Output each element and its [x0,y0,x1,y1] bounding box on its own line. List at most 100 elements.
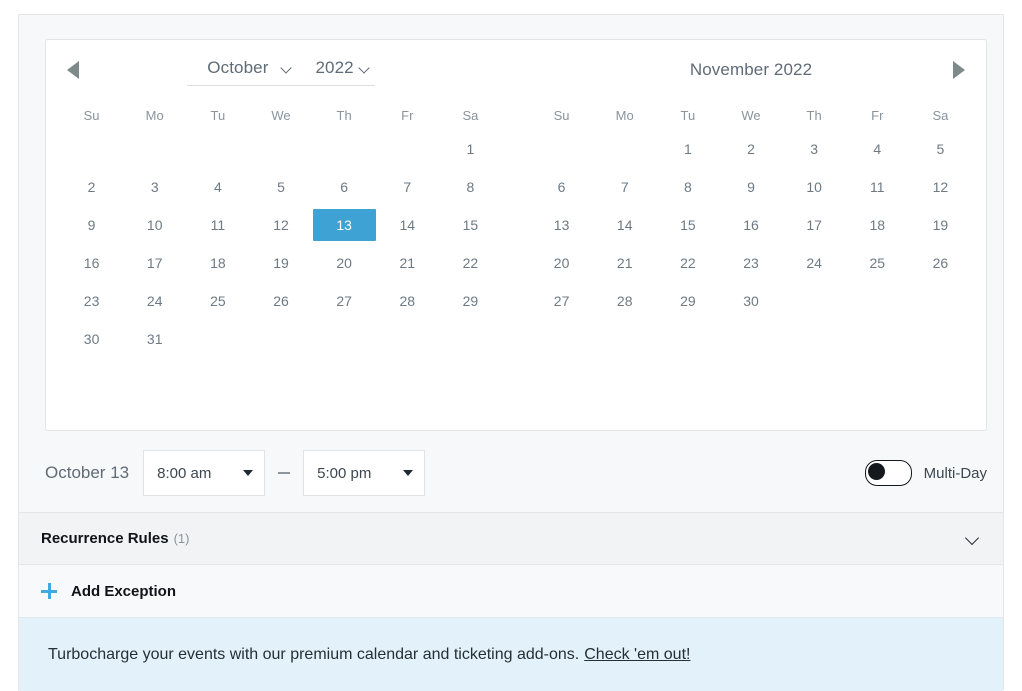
calendar-day[interactable]: 9 [719,171,782,203]
calendar-day[interactable]: 7 [376,171,439,203]
calendar-day-selected[interactable]: 13 [312,209,376,241]
calendar-day[interactable]: 21 [376,247,439,279]
calendar-day[interactable]: 31 [123,323,186,355]
calendar-day[interactable]: 10 [783,171,846,203]
right-calendar-header: November 2022 [530,40,972,100]
calendar-day[interactable]: 1 [439,133,502,165]
right-calendar-header-center: November 2022 [556,60,946,80]
calendar-day[interactable]: 2 [719,133,782,165]
calendar-day[interactable]: 26 [249,285,312,317]
start-time-select[interactable]: 8:00 am [143,450,266,496]
multiday-toggle[interactable] [864,460,912,486]
calendar-day[interactable]: 16 [60,247,123,279]
triangle-right-glyph [953,61,965,79]
calendar-day[interactable]: 12 [909,171,972,203]
right-calendar: November 2022 Su Mo Tu We Th Fr Sa 12345… [516,40,986,430]
calendar-day[interactable]: 14 [593,209,656,241]
next-month-arrow-icon[interactable] [946,57,972,83]
calendar-day[interactable]: 10 [123,209,186,241]
calendar-day[interactable]: 13 [530,209,593,241]
add-exception-label: Add Exception [71,582,177,600]
promo-link[interactable]: Check 'em out! [584,646,690,664]
calendar-day[interactable]: 15 [439,209,502,241]
left-calendar-grid: 1 2 3 4 5 6 7 8 9 10 11 12 13 14 15 16 17 18 19 20 21 22 23 24 2… [60,133,502,355]
calendar-week-row: 16 17 18 19 20 21 22 [60,247,502,279]
multiday-group: Multi-Day [864,460,987,486]
month-select[interactable]: October [187,54,306,86]
calendar-day[interactable]: 3 [123,171,186,203]
calendar-day[interactable]: 16 [719,209,782,241]
calendar-day[interactable]: 14 [376,209,439,241]
add-exception-button[interactable]: Add Exception [19,565,1003,617]
end-time-value: 5:00 pm [317,464,372,482]
promo-banner: Turbocharge your events with our premium… [19,617,1003,691]
weekday-label: Mo [615,108,634,123]
calendar-day[interactable]: 9 [60,209,123,241]
calendar-day[interactable]: 27 [313,285,376,317]
calendar-day[interactable]: 4 [186,171,249,203]
event-datetime-panel: October 2022 Su Mo Tu We Th Fr Sa 1 2 3 … [18,14,1004,691]
calendar-day[interactable]: 27 [530,285,593,317]
calendar-day-empty [186,323,249,355]
calendar-day[interactable]: 8 [439,171,502,203]
calendar-day[interactable]: 5 [249,171,312,203]
prev-month-arrow-icon[interactable] [60,57,86,83]
calendar-day[interactable]: 19 [249,247,312,279]
calendar-day[interactable]: 5 [909,133,972,165]
calendar-day[interactable]: 7 [593,171,656,203]
calendar-day-empty [846,285,909,317]
weekday-label: Th [806,108,822,123]
left-calendar-header: October 2022 [60,40,502,100]
calendar-day[interactable]: 29 [656,285,719,317]
calendar-day[interactable]: 12 [249,209,312,241]
recurrence-rules-row[interactable]: Recurrence Rules (1) [19,512,1003,565]
calendar-day[interactable]: 24 [123,285,186,317]
recurrence-rules-count: (1) [173,531,190,546]
calendar-day[interactable]: 30 [719,285,782,317]
calendar-day[interactable]: 28 [376,285,439,317]
calendar-card: October 2022 Su Mo Tu We Th Fr Sa 1 2 3 … [45,39,987,431]
end-time-select[interactable]: 5:00 pm [303,450,426,496]
calendar-day[interactable]: 20 [530,247,593,279]
calendar-day[interactable]: 20 [313,247,376,279]
calendar-day[interactable]: 17 [123,247,186,279]
calendar-day[interactable]: 2 [60,171,123,203]
calendar-week-row: 13 14 15 16 17 18 19 [530,209,972,241]
calendar-day-empty [60,133,123,165]
calendar-day[interactable]: 26 [909,247,972,279]
calendar-day[interactable]: 30 [60,323,123,355]
calendar-day[interactable]: 25 [846,247,909,279]
recurrence-rules-title: Recurrence Rules [41,530,169,547]
calendar-day[interactable]: 11 [186,209,249,241]
calendar-day[interactable]: 23 [60,285,123,317]
calendar-day[interactable]: 22 [656,247,719,279]
calendar-day[interactable]: 23 [719,247,782,279]
calendar-day[interactable]: 21 [593,247,656,279]
year-select[interactable]: 2022 [305,54,375,86]
calendar-day[interactable]: 6 [530,171,593,203]
calendar-day[interactable]: 3 [783,133,846,165]
calendar-day[interactable]: 17 [783,209,846,241]
calendar-day[interactable]: 4 [846,133,909,165]
calendar-day-empty [593,133,656,165]
calendar-day[interactable]: 1 [656,133,719,165]
calendar-day[interactable]: 18 [186,247,249,279]
calendar-day-empty [439,323,502,355]
calendar-day[interactable]: 28 [593,285,656,317]
calendar-day[interactable]: 11 [846,171,909,203]
time-row: October 13 8:00 am 5:00 pm Multi-Day [45,442,987,504]
calendar-day[interactable]: 25 [186,285,249,317]
calendar-day-empty [376,133,439,165]
calendar-day[interactable]: 15 [656,209,719,241]
calendar-day[interactable]: 8 [656,171,719,203]
caret-down-icon [243,470,254,476]
calendar-day[interactable]: 29 [439,285,502,317]
chevron-down-icon[interactable] [965,531,981,547]
calendar-week-row: 27 28 29 30 [530,285,972,317]
calendar-week-row: 20 21 22 23 24 25 26 [530,247,972,279]
calendar-day[interactable]: 18 [846,209,909,241]
calendar-day[interactable]: 19 [909,209,972,241]
calendar-day[interactable]: 24 [783,247,846,279]
calendar-day[interactable]: 6 [313,171,376,203]
calendar-day[interactable]: 22 [439,247,502,279]
